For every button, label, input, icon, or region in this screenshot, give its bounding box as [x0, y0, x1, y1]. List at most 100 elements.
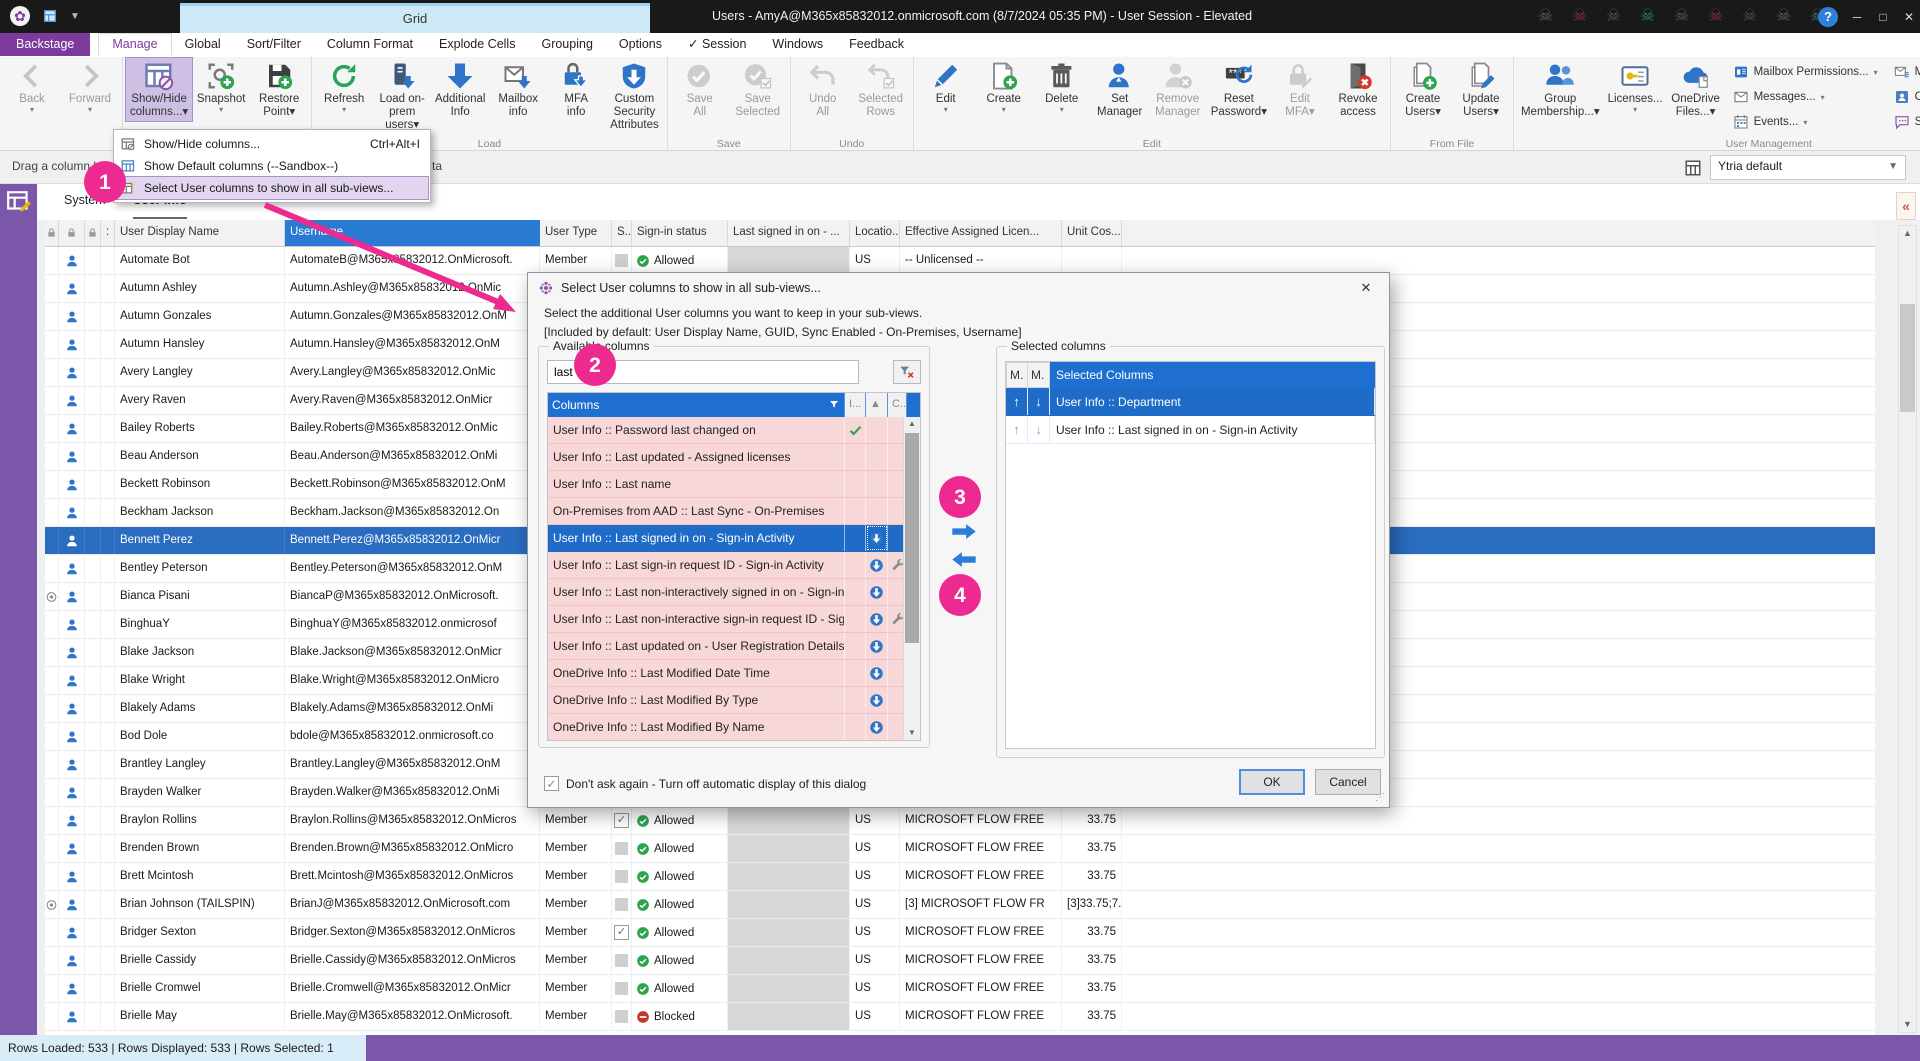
- ribbon-button-undo-all[interactable]: Undo All: [794, 58, 852, 121]
- column-header-effective-assigned-licen[interactable]: Effective Assigned Licen...: [900, 220, 1062, 246]
- close-button[interactable]: ✕: [1902, 10, 1916, 24]
- ribbon-tab-manage[interactable]: Manage: [98, 33, 171, 55]
- menu-item-select-user-columns-to-show-in-all-sub-views[interactable]: Select User columns to show in all sub-v…: [116, 177, 428, 199]
- ribbon-tab-backstage[interactable]: Backstage: [0, 33, 90, 56]
- column-header-user-display-name[interactable]: User Display Name: [115, 220, 285, 246]
- scroll-up-icon[interactable]: ▲: [1899, 226, 1916, 241]
- menu-item-show-default-columns-sandbox[interactable]: Show Default columns (--Sandbox--): [116, 155, 428, 177]
- ribbon-button-save-all[interactable]: Save All: [671, 58, 729, 121]
- collapse-right-panel-icon[interactable]: «: [1896, 192, 1916, 220]
- ribbon-button-show-chats[interactable]: Show Chats...▾: [1894, 114, 1920, 130]
- table-row[interactable]: Bridger SextonBridger.Sexton@M365x858320…: [45, 919, 1875, 947]
- ribbon-tab-windows[interactable]: Windows: [759, 33, 836, 56]
- move-up-header[interactable]: M.: [1006, 362, 1028, 388]
- ribbon-button-back[interactable]: Back▾: [3, 58, 61, 116]
- ribbon-button-events[interactable]: Events...▾: [1733, 114, 1878, 130]
- column-header-unit-cos[interactable]: Unit Cos...: [1062, 220, 1122, 246]
- scrollbar-thumb[interactable]: [1900, 304, 1915, 412]
- available-column-row[interactable]: User Info :: Last updated - Assigned lic…: [548, 444, 920, 471]
- table-row[interactable]: Brett McintoshBrett.Mcintosh@M365x858320…: [45, 863, 1875, 891]
- available-column-row[interactable]: User Info :: Last non-interactively sign…: [548, 579, 920, 606]
- ribbon-tab-grouping[interactable]: Grouping: [528, 33, 605, 56]
- table-row[interactable]: Automate BotAutomateB@M365x85832012.OnMi…: [45, 247, 1875, 275]
- column-header-col0[interactable]: [45, 220, 59, 246]
- ribbon-button-show-hide-columns[interactable]: Show/Hide columns...▾: [126, 58, 192, 121]
- help-button[interactable]: ?: [1818, 7, 1838, 27]
- move-down-header[interactable]: M.: [1028, 362, 1050, 388]
- ribbon-button-set-manager[interactable]: Set Manager: [1091, 58, 1149, 121]
- ribbon-tab-options[interactable]: Options: [606, 33, 675, 56]
- ribbon-button-restore-point[interactable]: Restore Point▾: [250, 58, 308, 121]
- sync-checkbox[interactable]: [612, 863, 632, 890]
- menu-item-show-hide-columns[interactable]: Show/Hide columns...Ctrl+Alt+I: [116, 133, 428, 155]
- list-subheader-2[interactable]: C...: [888, 393, 907, 417]
- ribbon-button-create[interactable]: Create▾: [975, 58, 1033, 116]
- available-column-row[interactable]: User Info :: Last signed in on - Sign-in…: [548, 525, 920, 552]
- ribbon-button-delete[interactable]: Delete▾: [1033, 58, 1091, 116]
- ribbon-button-mailbox-permissions[interactable]: Mailbox Permissions...▾: [1733, 64, 1878, 80]
- grid-settings-icon[interactable]: [0, 189, 37, 215]
- column-search-input[interactable]: [547, 360, 859, 384]
- selected-columns-header[interactable]: Selected Columns: [1050, 362, 1375, 388]
- minimize-button[interactable]: ─: [1850, 10, 1864, 24]
- ribbon-tab-session[interactable]: ✓ Session: [675, 33, 759, 56]
- scroll-down-icon[interactable]: ▼: [1899, 1017, 1916, 1032]
- app-logo-icon[interactable]: ✿: [10, 6, 30, 26]
- ribbon-button-messages[interactable]: Messages...▾: [1733, 89, 1878, 105]
- ribbon-tab-feedback[interactable]: Feedback: [836, 33, 917, 56]
- list-subheader-1[interactable]: ▲: [866, 393, 888, 417]
- ribbon-button-revoke-access[interactable]: Revoke access: [1329, 58, 1387, 121]
- available-column-row[interactable]: OneDrive Info :: Last Modified Date Time: [548, 660, 920, 687]
- ribbon-button-reset-password[interactable]: ***Reset Password▾: [1207, 58, 1271, 121]
- table-row[interactable]: Brielle MayBrielle.May@M365x85832012.OnM…: [45, 1003, 1875, 1031]
- columns-header[interactable]: Columns: [548, 393, 845, 417]
- ribbon-button-snapshot[interactable]: Snapshot▾: [192, 58, 250, 116]
- column-header-s[interactable]: S...: [612, 220, 632, 246]
- ribbon-button-group-membership[interactable]: Group Membership...▾: [1517, 58, 1604, 121]
- selected-column-row[interactable]: ↑↓User Info :: Last signed in on - Sign-…: [1006, 416, 1375, 444]
- available-column-row[interactable]: User Info :: Last updated on - User Regi…: [548, 633, 920, 660]
- table-row[interactable]: Brielle CassidyBrielle.Cassidy@M365x8583…: [45, 947, 1875, 975]
- move-up-icon[interactable]: ↑: [1013, 422, 1020, 437]
- ribbon-button-additional-info[interactable]: Additional Info: [431, 58, 489, 121]
- ribbon-button-contacts[interactable]: Contacts...▾: [1894, 89, 1920, 105]
- column-header-sign-in-status[interactable]: Sign-in status: [632, 220, 728, 246]
- ribbon-tab-column-format[interactable]: Column Format: [314, 33, 426, 56]
- move-down-icon[interactable]: ↓: [1035, 422, 1042, 437]
- ribbon-button-licenses[interactable]: Licenses...▾: [1604, 58, 1667, 116]
- sync-checkbox[interactable]: [612, 947, 632, 974]
- available-column-row[interactable]: User Info :: Last non-interactive sign-i…: [548, 606, 920, 633]
- ribbon-button-save-selected[interactable]: Save Selected: [729, 58, 787, 121]
- ribbon-button-selected-rows[interactable]: Selected Rows: [852, 58, 910, 121]
- add-column-arrow-icon[interactable]: [949, 523, 979, 540]
- cancel-button[interactable]: Cancel: [1315, 769, 1381, 795]
- ribbon-button-refresh[interactable]: Refresh▾: [315, 58, 373, 116]
- qat-dropdown-icon[interactable]: ▼: [70, 11, 80, 22]
- ribbon-button-load-on-prem-users[interactable]: Load on-prem users▾: [373, 58, 431, 134]
- table-row[interactable]: Brian Johnson (TAILSPIN)BrianJ@M365x8583…: [45, 891, 1875, 919]
- table-row[interactable]: Braylon RollinsBraylon.Rollins@M365x8583…: [45, 807, 1875, 835]
- column-header-user-type[interactable]: User Type: [540, 220, 612, 246]
- grid-icon[interactable]: [42, 8, 58, 24]
- ribbon-button-forward[interactable]: Forward▾: [61, 58, 119, 116]
- table-row[interactable]: Brenden BrownBrenden.Brown@M365x85832012…: [45, 835, 1875, 863]
- view-tab-system[interactable]: System: [64, 184, 106, 217]
- available-column-row[interactable]: User Info :: Password last changed on: [548, 417, 920, 444]
- ribbon-button-edit-mfa[interactable]: Edit MFA▾: [1271, 58, 1329, 121]
- scroll-up-icon[interactable]: ▲: [904, 417, 920, 431]
- ribbon-tab-explode-cells[interactable]: Explode Cells: [426, 33, 528, 56]
- scrollbar-thumb[interactable]: [905, 433, 919, 643]
- column-header-col2[interactable]: [85, 220, 101, 246]
- column-header-locatio[interactable]: Locatio...: [850, 220, 900, 246]
- column-header-col1[interactable]: [59, 220, 85, 246]
- sync-checkbox[interactable]: [612, 835, 632, 862]
- ribbon-button-create-users[interactable]: Create Users▾: [1394, 58, 1452, 121]
- available-column-row[interactable]: User Info :: Last sign-in request ID - S…: [548, 552, 920, 579]
- table-row[interactable]: Brielle CromwelBrielle.Cromwell@M365x858…: [45, 975, 1875, 1003]
- selected-column-row[interactable]: ↑↓User Info :: Department: [1006, 388, 1375, 416]
- view-profile-combobox[interactable]: Ytria default▼: [1710, 155, 1906, 180]
- dont-ask-checkbox[interactable]: ✓: [544, 776, 559, 791]
- ribbon-button-onedrive-files[interactable]: OneDrive Files...▾: [1667, 58, 1725, 121]
- list-scrollbar[interactable]: ▲ ▼: [903, 417, 920, 740]
- maximize-button[interactable]: □: [1876, 10, 1890, 24]
